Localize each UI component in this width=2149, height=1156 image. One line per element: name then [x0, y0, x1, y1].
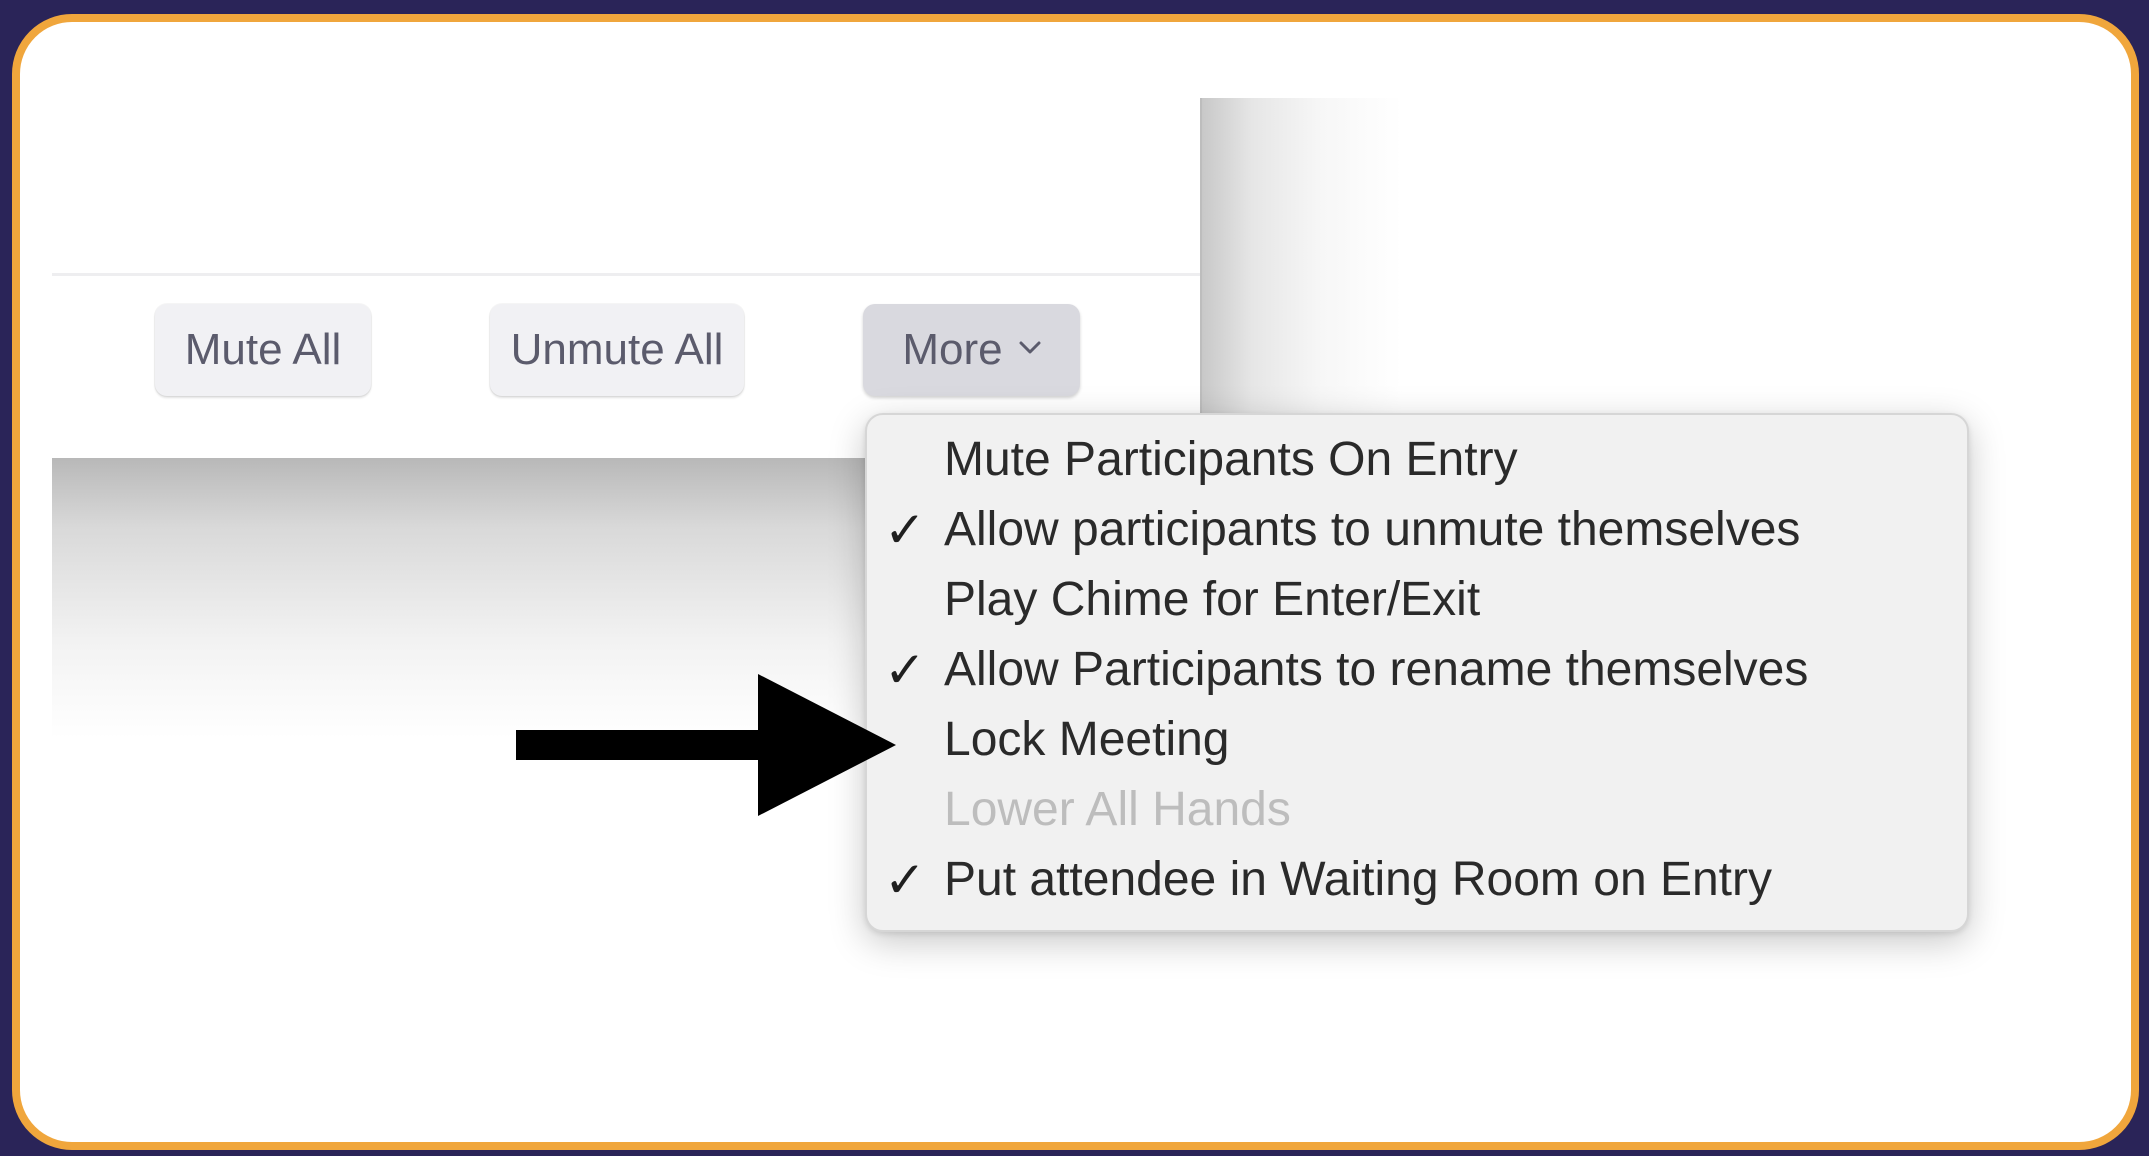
- more-dropdown-menu: Mute Participants On Entry ✓ Allow parti…: [865, 413, 1969, 932]
- panel-right-shadow: [1202, 98, 1402, 458]
- mute-all-label: Mute All: [184, 325, 342, 374]
- participants-panel: [52, 98, 1202, 458]
- arrow-right-icon: [516, 674, 896, 816]
- menu-item-allow-unmute[interactable]: ✓ Allow participants to unmute themselve…: [867, 495, 1967, 565]
- menu-item-play-chime[interactable]: Play Chime for Enter/Exit: [867, 565, 1967, 635]
- panel-divider: [52, 273, 1202, 276]
- screenshot-frame: Mute All Unmute All More Mute Participan…: [12, 14, 2139, 1150]
- checkmark-icon: ✓: [884, 852, 926, 908]
- chevron-down-icon: [1019, 341, 1041, 354]
- menu-item-label: Mute Participants On Entry: [944, 433, 1518, 486]
- more-label: More: [902, 325, 1003, 374]
- menu-item-label: Allow participants to unmute themselves: [944, 503, 1801, 556]
- menu-item-mute-on-entry[interactable]: Mute Participants On Entry: [867, 425, 1967, 495]
- menu-item-lower-all-hands: Lower All Hands: [867, 775, 1967, 845]
- more-button[interactable]: More: [863, 304, 1080, 396]
- menu-item-label: Allow Participants to rename themselves: [944, 643, 1809, 696]
- menu-item-waiting-room[interactable]: ✓ Put attendee in Waiting Room on Entry: [867, 845, 1967, 915]
- menu-item-allow-rename[interactable]: ✓ Allow Participants to rename themselve…: [867, 635, 1967, 705]
- menu-item-lock-meeting[interactable]: Lock Meeting: [867, 705, 1967, 775]
- unmute-all-label: Unmute All: [510, 325, 724, 374]
- menu-item-label: Lower All Hands: [944, 783, 1291, 836]
- unmute-all-button[interactable]: Unmute All: [490, 304, 744, 396]
- checkmark-icon: ✓: [884, 502, 926, 558]
- menu-item-label: Lock Meeting: [944, 713, 1230, 766]
- menu-item-label: Put attendee in Waiting Room on Entry: [944, 853, 1772, 906]
- mute-all-button[interactable]: Mute All: [155, 304, 371, 396]
- menu-item-label: Play Chime for Enter/Exit: [944, 573, 1481, 626]
